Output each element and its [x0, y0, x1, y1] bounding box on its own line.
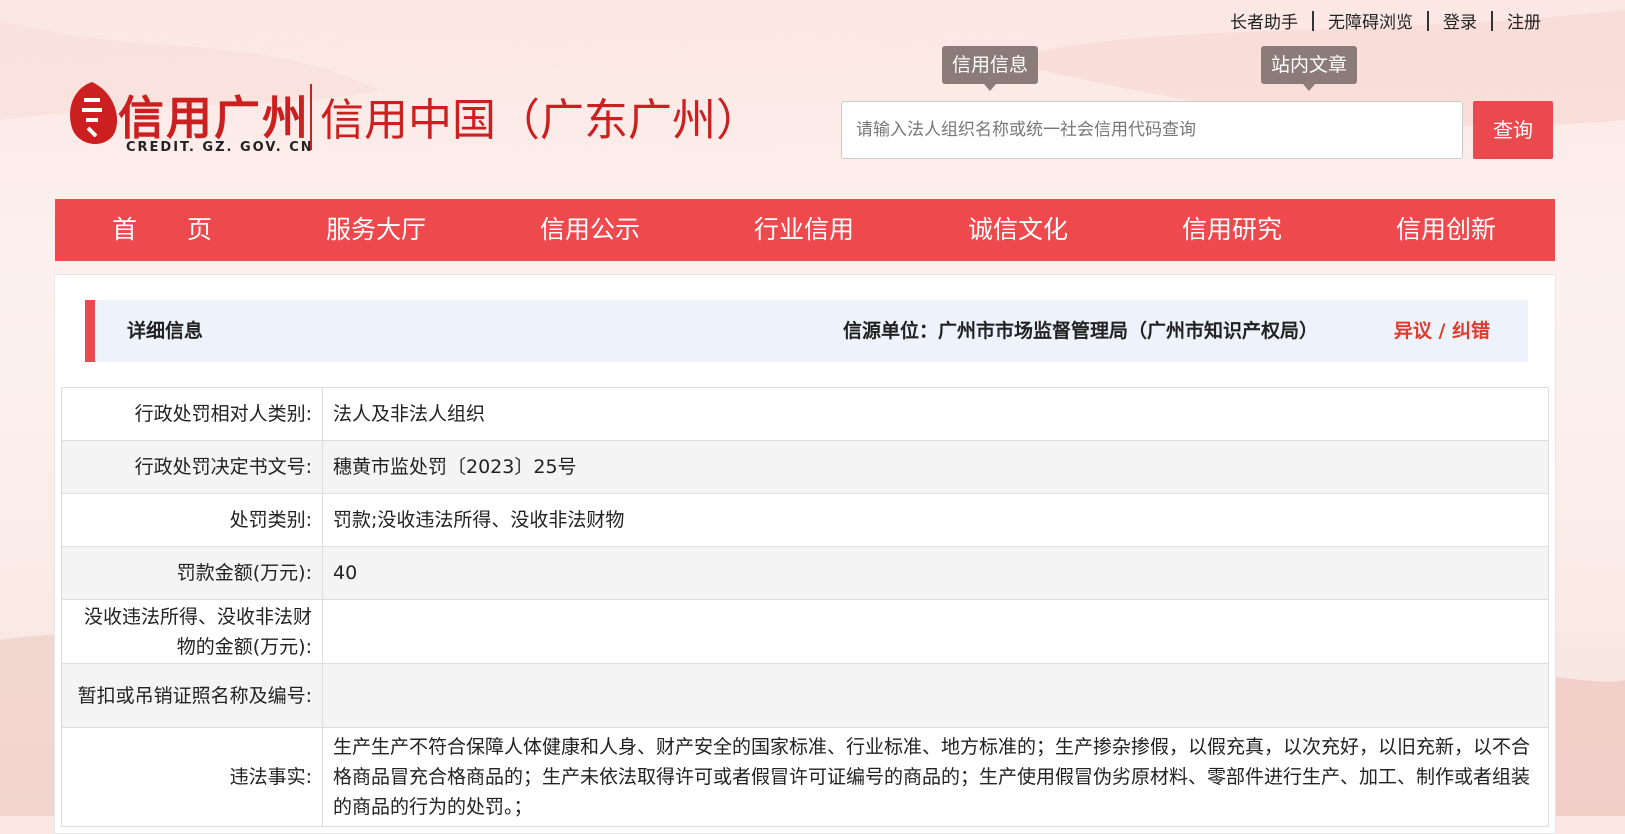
main-nav: 首 页 服务大厅 信用公示 行业信用 诚信文化 信用研究 信用创新: [55, 199, 1555, 261]
table-row: 没收违法所得、没收非法财物的金额(万元):: [61, 599, 1549, 664]
top-links: 长者助手 无障碍浏览 登录 注册: [1216, 8, 1555, 33]
tab-site-articles[interactable]: 站内文章: [1261, 46, 1358, 91]
detail-header: 详细信息 信源单位：广州市市场监督管理局（广州市知识产权局） 异议 / 纠错: [85, 300, 1528, 362]
field-label: 罚款金额(万元):: [61, 546, 323, 600]
table-row: 行政处罚决定书文号: 穗黄市监处罚〔2023〕25号: [61, 440, 1549, 494]
logo-subtitle: 信用中国（广东广州）: [320, 95, 760, 146]
detail-table: 行政处罚相对人类别: 法人及非法人组织 行政处罚决定书文号: 穗黄市监处罚〔20…: [61, 387, 1549, 827]
logo-divider: [310, 84, 312, 150]
table-row: 违法事实: 生产生产不符合保障人体健康和人身、财产安全的国家标准、行业标准、地方…: [61, 727, 1549, 827]
field-value: 罚款;没收违法所得、没收非法财物: [322, 493, 1549, 547]
detail-panel: 详细信息 信源单位：广州市市场监督管理局（广州市知识产权局） 异议 / 纠错 行…: [54, 274, 1556, 834]
accessibility-link[interactable]: 无障碍浏览: [1314, 8, 1427, 33]
nav-industry-credit[interactable]: 行业信用: [697, 199, 911, 261]
field-label: 行政处罚相对人类别:: [61, 387, 323, 441]
field-value: 穗黄市监处罚〔2023〕25号: [322, 440, 1549, 494]
field-label: 行政处罚决定书文号:: [61, 440, 323, 494]
nav-credit-research[interactable]: 信用研究: [1125, 199, 1339, 261]
field-label: 处罚类别:: [61, 493, 323, 547]
field-label: 没收违法所得、没收非法财物的金额(万元):: [61, 599, 323, 664]
nav-home[interactable]: 首 页: [55, 199, 269, 261]
source-unit: 信源单位：广州市市场监督管理局（广州市知识产权局）: [842, 320, 1318, 342]
field-label: 违法事实:: [61, 727, 323, 827]
site-logo[interactable]: 信用广州 CREDIT. GZ. GOV. CN 信用中国（广东广州）: [64, 78, 760, 163]
nav-credit-disclosure[interactable]: 信用公示: [483, 199, 697, 261]
field-label: 暂扣或吊销证照名称及编号:: [61, 663, 323, 728]
field-value: [322, 599, 1549, 664]
logo-title: 信用广州: [118, 91, 310, 145]
detail-title: 详细信息: [127, 320, 204, 342]
search-input[interactable]: [842, 102, 1462, 158]
nav-credit-innovation[interactable]: 信用创新: [1339, 199, 1553, 261]
nav-integrity-culture[interactable]: 诚信文化: [911, 199, 1125, 261]
field-value: 生产生产不符合保障人体健康和人身、财产安全的国家标准、行业标准、地方标准的；生产…: [322, 727, 1549, 827]
register-link[interactable]: 注册: [1493, 8, 1555, 33]
table-row: 处罚类别: 罚款;没收违法所得、没收非法财物: [61, 493, 1549, 547]
field-value: 法人及非法人组织: [322, 387, 1549, 441]
field-value: 40: [322, 546, 1549, 600]
table-row: 行政处罚相对人类别: 法人及非法人组织: [61, 387, 1549, 441]
nav-service-hall[interactable]: 服务大厅: [269, 199, 483, 261]
search-box: [841, 101, 1463, 159]
elder-assistant-link[interactable]: 长者助手: [1216, 8, 1312, 33]
search-button[interactable]: 查询: [1473, 101, 1553, 159]
login-link[interactable]: 登录: [1429, 8, 1491, 33]
logo-domain: CREDIT. GZ. GOV. CN: [126, 140, 314, 155]
tab-credit-info[interactable]: 信用信息: [942, 46, 1039, 91]
table-row: 罚款金额(万元): 40: [61, 546, 1549, 600]
objection-link[interactable]: 异议 / 纠错: [1394, 300, 1490, 362]
table-row: 暂扣或吊销证照名称及编号:: [61, 663, 1549, 728]
field-value: [322, 663, 1549, 728]
header-accent: [85, 300, 95, 362]
credit-seal-icon: [70, 82, 118, 145]
